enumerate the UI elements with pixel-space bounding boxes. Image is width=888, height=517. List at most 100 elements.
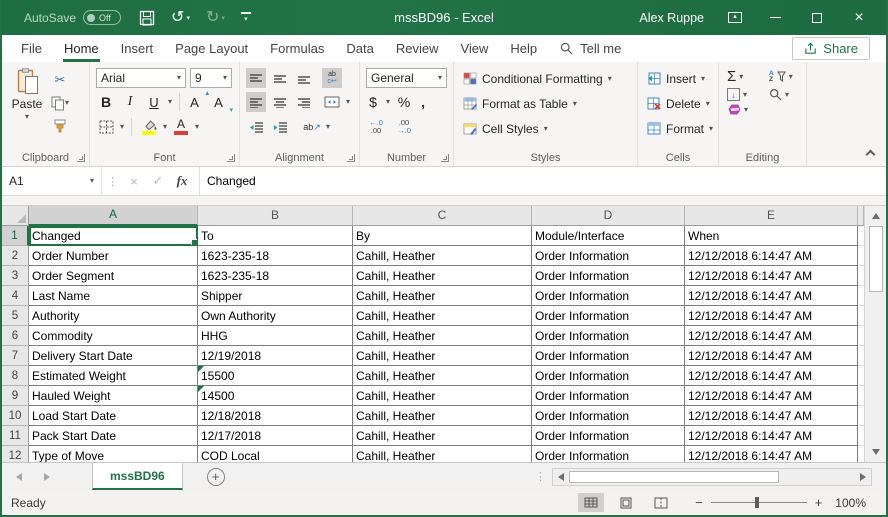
alignment-dialog-launcher[interactable] xyxy=(347,154,355,162)
copy-button[interactable]: ▾ xyxy=(50,93,70,113)
tab-page-layout[interactable]: Page Layout xyxy=(164,36,259,62)
horizontal-scrollbar[interactable]: ⋮ xyxy=(535,463,886,490)
delete-cells-button[interactable]: Delete ▾ xyxy=(640,91,716,116)
page-layout-view-button[interactable] xyxy=(613,493,639,512)
vertical-scroll-thumb[interactable] xyxy=(869,226,883,292)
align-right-button[interactable] xyxy=(294,92,314,112)
cell-A4[interactable]: Last Name xyxy=(29,286,198,306)
save-button[interactable] xyxy=(139,10,155,26)
sort-filter-button[interactable]: AZ ▾ xyxy=(769,68,811,85)
row-header-9[interactable]: 9 xyxy=(2,386,29,406)
cell-D11[interactable]: Order Information xyxy=(532,426,685,446)
find-select-button[interactable]: ▾ xyxy=(769,88,811,101)
next-sheet-button[interactable] xyxy=(44,473,50,481)
cell-E9[interactable]: 12/12/2018 6:14:47 AM xyxy=(685,386,858,406)
row-header-10[interactable]: 10 xyxy=(2,406,29,426)
autosave-switch-icon[interactable]: Off xyxy=(83,10,121,25)
bold-button[interactable]: B xyxy=(96,92,116,112)
cell-B7[interactable]: 12/19/2018 xyxy=(198,346,353,366)
align-top-button[interactable] xyxy=(246,68,266,88)
font-dialog-launcher[interactable] xyxy=(227,154,235,162)
cell-D8[interactable]: Order Information xyxy=(532,366,685,386)
horizontal-scroll-thumb[interactable] xyxy=(569,471,779,483)
autosave-toggle[interactable]: AutoSave Off xyxy=(24,10,121,25)
cell-C10[interactable]: Cahill, Heather xyxy=(353,406,532,426)
row-header-7[interactable]: 7 xyxy=(2,346,29,366)
tab-insert[interactable]: Insert xyxy=(110,36,165,62)
tab-data[interactable]: Data xyxy=(335,36,384,62)
page-break-view-button[interactable] xyxy=(648,493,674,512)
name-box-caret-icon[interactable]: ▾ xyxy=(90,177,94,185)
cell-E2[interactable]: 12/12/2018 6:14:47 AM xyxy=(685,246,858,266)
zoom-out-button[interactable]: − xyxy=(695,495,703,510)
cell-B1[interactable]: To xyxy=(198,226,353,246)
align-center-button[interactable] xyxy=(270,92,290,112)
cell-D7[interactable]: Order Information xyxy=(532,346,685,366)
cell-A3[interactable]: Order Segment xyxy=(29,266,198,286)
cell-B6[interactable]: HHG xyxy=(198,326,353,346)
row-header-4[interactable]: 4 xyxy=(2,286,29,306)
scroll-down-button[interactable] xyxy=(872,445,880,459)
zoom-slider[interactable] xyxy=(711,502,807,503)
cell-A10[interactable]: Load Start Date xyxy=(29,406,198,426)
cell-E6[interactable]: 12/12/2018 6:14:47 AM xyxy=(685,326,858,346)
cell-D3[interactable]: Order Information xyxy=(532,266,685,286)
cell-C5[interactable]: Cahill, Heather xyxy=(353,306,532,326)
percent-style-button[interactable]: % xyxy=(396,92,412,112)
tab-help[interactable]: Help xyxy=(499,36,548,62)
new-sheet-button[interactable]: + xyxy=(207,468,225,486)
borders-button[interactable] xyxy=(96,117,116,137)
align-middle-button[interactable] xyxy=(270,68,290,88)
comma-style-button[interactable]: , xyxy=(418,92,428,112)
cell-C1[interactable]: By xyxy=(353,226,532,246)
number-format-select[interactable]: General▾ xyxy=(366,68,447,88)
cell-C8[interactable]: Cahill, Heather xyxy=(353,366,532,386)
cell-D12[interactable]: Order Information xyxy=(532,446,685,462)
number-dialog-launcher[interactable] xyxy=(441,154,449,162)
cell-A12[interactable]: Type of Move xyxy=(29,446,198,462)
row-header-2[interactable]: 2 xyxy=(2,246,29,266)
undo-button[interactable]: ↺▾ xyxy=(171,10,190,26)
user-name[interactable]: Alex Ruppe xyxy=(639,11,704,25)
share-button[interactable]: Share xyxy=(792,37,870,60)
maximize-button[interactable] xyxy=(808,9,826,27)
accounting-format-button[interactable]: $ xyxy=(366,92,380,112)
collapse-ribbon-button[interactable] xyxy=(866,150,876,160)
scroll-up-button[interactable] xyxy=(872,209,880,223)
tell-me-button[interactable]: Tell me xyxy=(560,41,621,56)
cell-E8[interactable]: 12/12/2018 6:14:47 AM xyxy=(685,366,858,386)
grow-font-button[interactable]: A▴ xyxy=(187,92,207,112)
shrink-font-button[interactable]: A▾ xyxy=(211,92,231,112)
merge-center-caret-icon[interactable]: ▾ xyxy=(346,98,350,106)
cell-A11[interactable]: Pack Start Date xyxy=(29,426,198,446)
cell-A8[interactable]: Estimated Weight xyxy=(29,366,198,386)
wrap-text-button[interactable]: abc↩ xyxy=(322,68,342,88)
select-all-button[interactable] xyxy=(2,206,29,226)
customize-qat-button[interactable]: ▾ xyxy=(241,12,251,23)
format-as-table-button[interactable]: Format as Table ▾ xyxy=(456,91,635,116)
cell-B10[interactable]: 12/18/2018 xyxy=(198,406,353,426)
column-header-E[interactable]: E xyxy=(685,206,858,226)
cell-B5[interactable]: Own Authority xyxy=(198,306,353,326)
row-header-3[interactable]: 3 xyxy=(2,266,29,286)
tab-view[interactable]: View xyxy=(449,36,499,62)
font-color-caret-icon[interactable]: ▾ xyxy=(195,123,199,131)
format-cells-button[interactable]: Format ▾ xyxy=(640,116,716,141)
row-header-1[interactable]: 1 xyxy=(2,226,29,246)
cancel-entry-button[interactable]: × xyxy=(123,174,145,189)
cell-A1[interactable]: Changed xyxy=(29,226,198,246)
cell-A2[interactable]: Order Number xyxy=(29,246,198,266)
cell-A9[interactable]: Hauled Weight xyxy=(29,386,198,406)
font-size-select[interactable]: 9▾ xyxy=(190,68,232,88)
close-button[interactable]: × xyxy=(850,9,868,27)
decrease-decimal-button[interactable]: .00→.0 xyxy=(394,117,414,137)
sheet-tab-active[interactable]: mssBD96 xyxy=(92,463,183,490)
orientation-caret-icon[interactable]: ▾ xyxy=(326,123,330,131)
row-header-11[interactable]: 11 xyxy=(2,426,29,446)
cell-B8[interactable]: 15500 xyxy=(198,366,353,386)
cell-B9[interactable]: 14500 xyxy=(198,386,353,406)
enter-entry-button[interactable]: ✓ xyxy=(147,173,169,189)
scroll-left-button[interactable] xyxy=(555,473,567,481)
fill-color-caret-icon[interactable]: ▾ xyxy=(163,123,167,131)
cell-D4[interactable]: Order Information xyxy=(532,286,685,306)
